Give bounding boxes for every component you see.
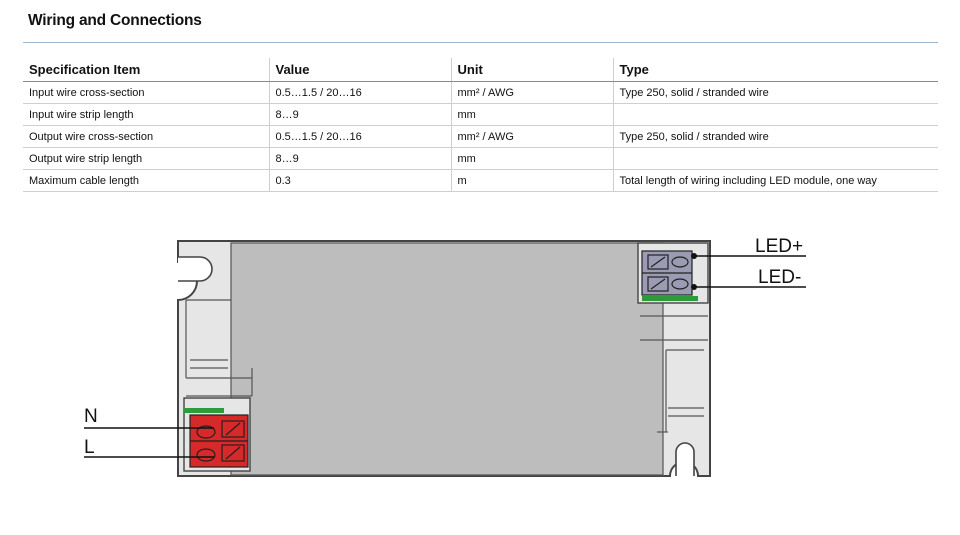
line-label: L [84,437,95,458]
led-minus-label: LED- [758,267,801,288]
mounting-slot-left [178,256,213,282]
wiring-diagram: LED+ LED- N L [84,236,806,477]
driver-housing [230,242,664,476]
neutral-label: N [84,406,98,427]
mounting-slot-right [675,442,695,476]
led-plus-label: LED+ [755,236,803,257]
input-terminal-strip [184,408,224,413]
output-terminal-strip [642,296,698,301]
